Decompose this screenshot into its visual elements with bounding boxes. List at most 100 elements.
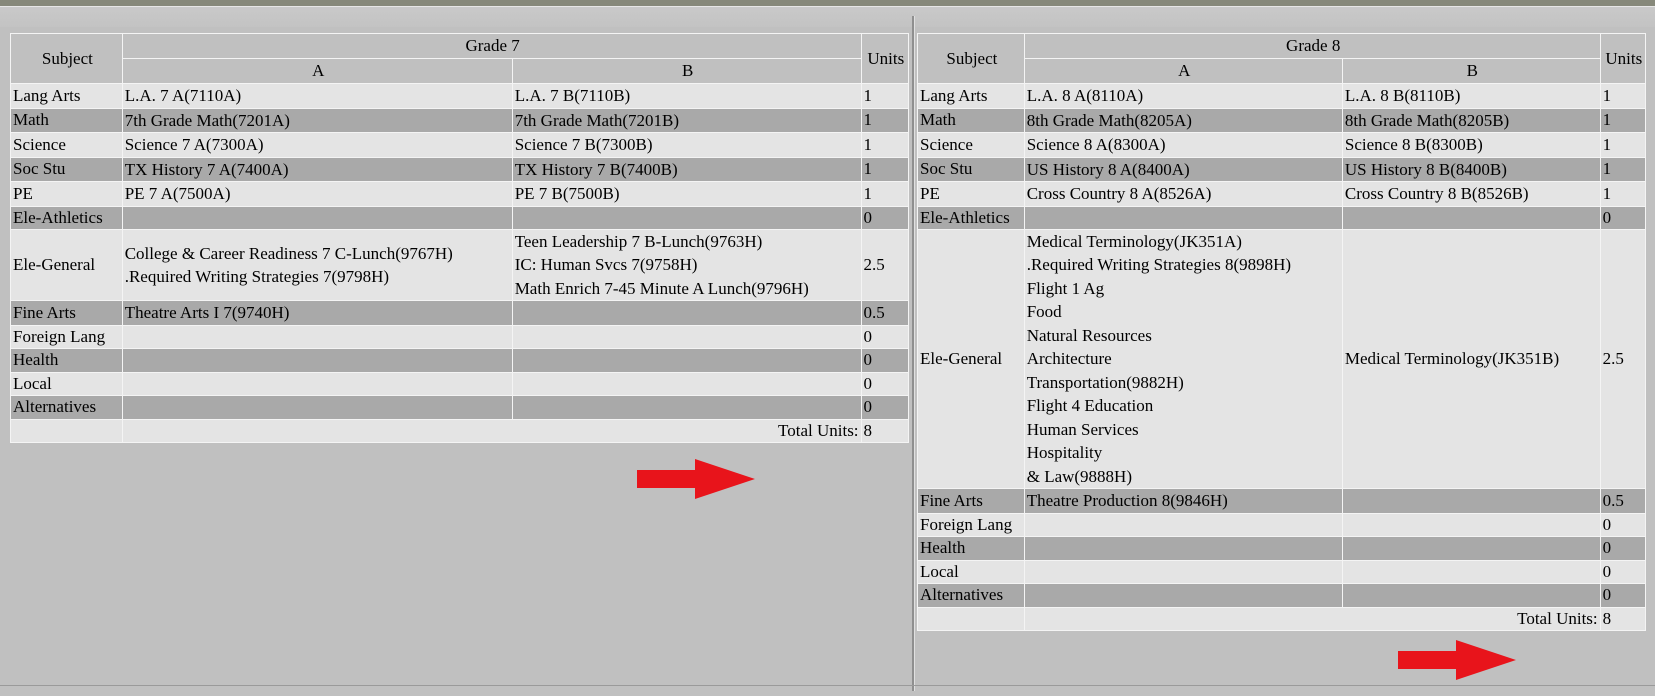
course-b-cell — [511, 205, 862, 230]
course-b-cell: Cross Country 8 B(8526B) — [1341, 181, 1601, 207]
units-cell: 0 — [860, 205, 910, 230]
course-a-cell: L.A. 7 A(7110A) — [121, 83, 513, 109]
course-entry: TX History 7 B(7400B) — [514, 159, 678, 179]
course-b-cell — [1341, 536, 1601, 561]
course-a-cell — [121, 395, 513, 420]
course-a-cell — [1023, 536, 1343, 561]
course-entry: Science 8 A(8300A) — [1026, 135, 1166, 154]
course-b-cell: Science 7 B(7300B) — [511, 132, 862, 158]
table-row-foreign-lang: Foreign Lang 0 — [917, 512, 1647, 538]
units-cell: 0.5 — [1599, 488, 1647, 514]
table-row-science: Science Science 8 A(8300A) Science 8 B(830… — [917, 132, 1647, 158]
subject-cell: Soc Stu — [10, 156, 123, 182]
subject-cell: Local — [10, 371, 123, 397]
units-cell: 0 — [1599, 512, 1647, 538]
course-b-cell — [511, 371, 862, 397]
course-a-cell — [1023, 512, 1343, 538]
course-a-cell — [1023, 583, 1343, 608]
course-a-cell: Cross Country 8 A(8526A) — [1023, 181, 1343, 207]
course-entry: L.A. 8 A(8110A) — [1026, 86, 1144, 105]
units-cell: 1 — [1599, 156, 1647, 182]
course-b-cell: 8th Grade Math(8205B) — [1341, 107, 1601, 133]
units-cell: 1 — [860, 83, 910, 109]
subject-cell: PE — [917, 181, 1025, 207]
course-entry: PE 7 B(7500B) — [514, 184, 620, 203]
total-units-value: 8 — [1599, 606, 1647, 631]
subject-cell: Ele-Athletics — [917, 205, 1025, 230]
total-units-value: 8 — [860, 418, 910, 443]
top-strip — [0, 7, 1655, 27]
subject-cell: Lang Arts — [917, 83, 1025, 109]
course-entry: Science 7 A(7300A) — [124, 135, 264, 154]
table-row-pe: PE PE 7 A(7500A) PE 7 B(7500B) 1 — [10, 181, 910, 207]
course-entry: US History 8 B(8400B) — [1344, 159, 1507, 179]
course-entry: 7th Grade Math(7201B) — [514, 110, 679, 130]
grade-8-panel: Subject Grade 8 Units A B Lang Arts L.A. … — [917, 33, 1647, 631]
table-row-lang-arts: Lang Arts L.A. 7 A(7110A) L.A. 7 B(7110B) 1 — [10, 83, 910, 109]
course-a-cell: Theatre Arts I 7(9740H) — [121, 300, 513, 326]
table-row-alternatives: Alternatives 0 — [10, 395, 910, 420]
right-arrow-icon — [637, 459, 755, 499]
course-a-cell — [121, 371, 513, 397]
units-cell: 1 — [1599, 132, 1647, 158]
units-cell: 1 — [1599, 83, 1647, 109]
bottom-rule — [0, 685, 1655, 686]
units-header: Units — [1599, 33, 1647, 84]
subject-cell: Ele-Athletics — [10, 205, 123, 230]
course-b-cell — [1341, 583, 1601, 608]
course-entry: Science 8 B(8300B) — [1344, 135, 1483, 154]
course-entry: & Law(9888H) — [1026, 466, 1132, 486]
course-entry: College & Career Readiness 7 C-Lunch(976… — [124, 243, 453, 263]
table-row-foreign-lang: Foreign Lang 0 — [10, 324, 910, 350]
course-a-cell: L.A. 8 A(8110A) — [1023, 83, 1343, 109]
course-entry: Teen Leadership 7 B-Lunch(9763H) — [514, 231, 763, 251]
course-entry: US History 8 A(8400A) — [1026, 159, 1190, 179]
subject-cell: Ele-General — [10, 228, 123, 302]
course-b-cell — [511, 395, 862, 420]
table-row-alternatives: Alternatives 0 — [917, 583, 1647, 608]
units-cell: 0 — [860, 395, 910, 420]
course-entry: 8th Grade Math(8205A) — [1026, 110, 1192, 130]
column-a-header: A — [121, 58, 513, 84]
table-row-soc-stu: Soc Stu TX History 7 A(7400A) TX History 7… — [10, 156, 910, 182]
grade-8-table: Subject Grade 8 Units A B Lang Arts L.A. … — [917, 33, 1647, 631]
course-b-cell: TX History 7 B(7400B) — [511, 156, 862, 182]
units-cell: 1 — [1599, 107, 1647, 133]
total-units-label: Total Units: — [121, 418, 862, 443]
units-header: Units — [860, 33, 910, 84]
units-cell: 0 — [860, 324, 910, 350]
table-row-science: Science Science 7 A(7300A) Science 7 B(730… — [10, 132, 910, 158]
grade-7-panel: Subject Grade 7 Units A B Lang Arts L.A. … — [10, 33, 910, 443]
table-row-health: Health 0 — [917, 536, 1647, 561]
subject-cell: Fine Arts — [10, 300, 123, 326]
units-cell: 1 — [860, 156, 910, 182]
subject-cell: Lang Arts — [10, 83, 123, 109]
right-arrow-icon — [1398, 640, 1516, 680]
subject-cell: PE — [10, 181, 123, 207]
course-entry: Medical Terminology(JK351A) — [1026, 231, 1242, 251]
units-cell: 1 — [860, 132, 910, 158]
subject-cell: Science — [917, 132, 1025, 158]
course-entry: Natural Resources — [1026, 325, 1152, 345]
course-a-cell: College & Career Readiness 7 C-Lunch(976… — [121, 228, 513, 302]
course-a-cell — [1023, 559, 1343, 585]
subject-cell: Foreign Lang — [10, 324, 123, 350]
total-row-blank — [10, 418, 123, 443]
subject-header: Subject — [917, 33, 1025, 84]
units-cell: 0 — [1599, 205, 1647, 230]
course-a-cell: TX History 7 A(7400A) — [121, 156, 513, 182]
course-entry: L.A. 7 B(7110B) — [514, 86, 631, 105]
course-a-cell: Science 8 A(8300A) — [1023, 132, 1343, 158]
course-a-cell — [121, 324, 513, 350]
course-entry: Theatre Production 8(9846H) — [1026, 491, 1228, 511]
subject-cell: Alternatives — [10, 395, 123, 420]
course-entry: Human Services — [1026, 419, 1139, 439]
arrow-shape — [637, 459, 755, 499]
units-cell: 1 — [1599, 181, 1647, 207]
subject-cell: Math — [917, 107, 1025, 133]
course-entry: Flight 1 Ag — [1026, 278, 1105, 298]
course-entry: PE 7 A(7500A) — [124, 184, 231, 203]
table-row-local: Local 0 — [10, 371, 910, 397]
course-a-cell — [1023, 205, 1343, 230]
table-row-ele-athletics: Ele-Athletics 0 — [917, 205, 1647, 230]
